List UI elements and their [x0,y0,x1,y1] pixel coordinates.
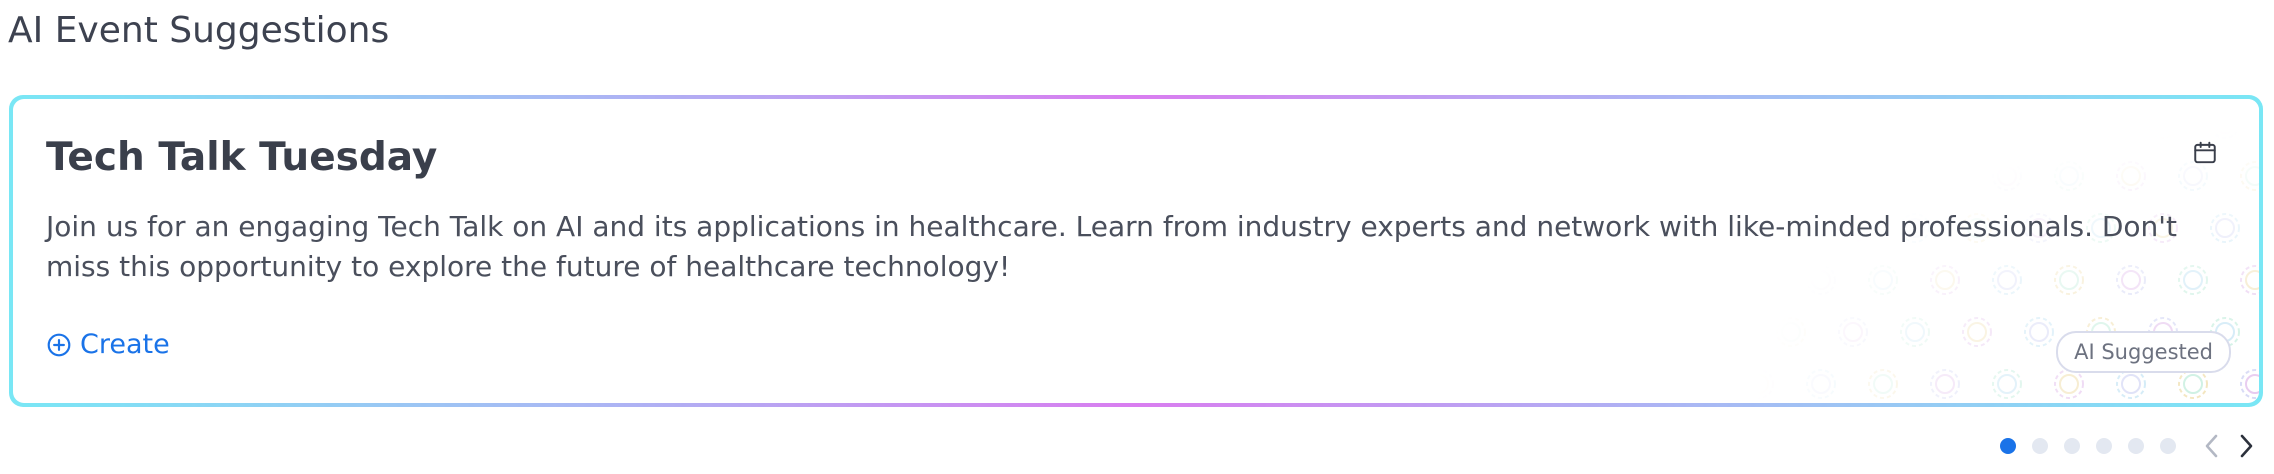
pagination-dots [2000,438,2192,454]
plus-circle-icon [47,333,71,357]
create-button[interactable]: Create [46,327,170,363]
calendar-button[interactable] [2191,139,2219,167]
pagination-dot[interactable] [2064,438,2080,454]
prev-button[interactable] [2198,430,2226,462]
calendar-icon [2194,141,2216,164]
event-description: Join us for an engaging Tech Talk on AI … [46,210,2177,283]
event-suggestion-card: Tech Talk Tuesday Join us for an engagin… [9,95,2263,407]
chevron-right-icon [2240,434,2253,458]
pagination-dot[interactable] [2032,438,2048,454]
event-card-body: Tech Talk Tuesday Join us for an engagin… [13,99,2259,403]
section-title: AI Event Suggestions [8,10,390,51]
pagination-dot[interactable] [2096,438,2112,454]
chevron-left-icon [2205,434,2218,458]
pagination-dot[interactable] [2128,438,2144,454]
create-button-label: Create [80,329,170,360]
pagination-dot[interactable] [2000,438,2016,454]
next-button[interactable] [2232,430,2260,462]
pagination-dot[interactable] [2160,438,2176,454]
ai-event-suggestions-page: AI Event Suggestions Tech Talk Tuesday J… [0,0,2274,474]
pagination [2000,430,2260,462]
event-title: Tech Talk Tuesday [46,135,438,180]
ai-suggested-badge: AI Suggested [2056,331,2231,373]
